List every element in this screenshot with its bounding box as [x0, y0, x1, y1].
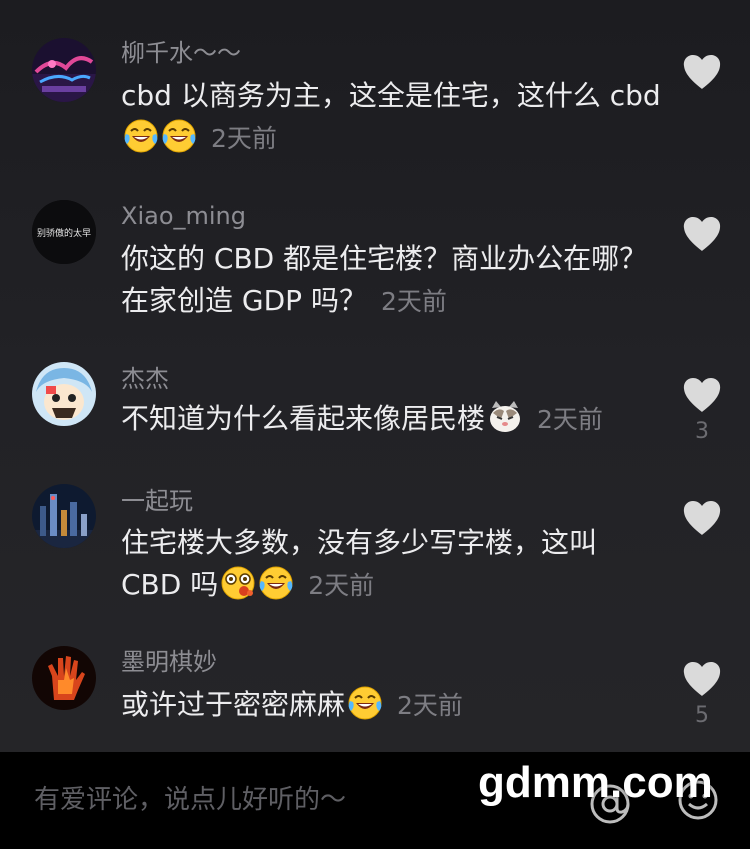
heart-icon: [682, 216, 722, 252]
comment-time: 2天前: [211, 124, 277, 153]
heart-icon: [682, 500, 722, 536]
comment-text: 或许过于密密麻麻 2天前: [121, 684, 661, 727]
comment-time: 2天前: [397, 691, 463, 720]
avatar[interactable]: [32, 646, 96, 710]
comment-time: 2天前: [537, 405, 603, 434]
avatar-text: 别骄傲的太早: [37, 227, 91, 239]
comment-body: 或许过于密密麻麻: [121, 688, 346, 721]
comment-username[interactable]: 杰杰: [121, 364, 169, 394]
dizzy-emoji-icon: [220, 565, 256, 601]
cat-emoji-icon: [487, 399, 523, 435]
comment-input[interactable]: 有爱评论，说点儿好听的～: [34, 780, 346, 820]
laughing-emoji-icon: [258, 565, 294, 601]
comment-list[interactable]: 柳千水～～ cbd 以商务为主，这全是住宅，这什么 cbd2天前 别骄傲的太早 …: [0, 0, 750, 752]
like-count: 5: [695, 703, 709, 728]
heart-icon: [682, 54, 722, 90]
comment-text: 你这的 CBD 都是住宅楼？商业办公在哪？在家创造 GDP 吗？ 2天前: [121, 238, 661, 323]
comment-text: 不知道为什么看起来像居民楼 2天前: [121, 398, 661, 441]
like-count: 3: [695, 419, 709, 444]
laughing-emoji-icon: [123, 118, 159, 154]
comment-username[interactable]: 柳千水～～: [121, 38, 241, 68]
comment-username[interactable]: 墨明棋妙: [121, 647, 217, 677]
comment-username[interactable]: Xiao_ming: [121, 201, 246, 231]
heart-icon: [682, 377, 722, 413]
laughing-emoji-icon: [161, 118, 197, 154]
comment-username[interactable]: 一起玩: [121, 486, 193, 516]
comment-text: 住宅楼大多数，没有多少写字楼，这叫 CBD 吗 2天前: [121, 522, 661, 607]
avatar[interactable]: [32, 484, 96, 548]
comment-body: 不知道为什么看起来像居民楼: [121, 402, 486, 435]
like-button[interactable]: [682, 500, 722, 536]
like-button[interactable]: 5: [682, 661, 722, 729]
comment-time: 2天前: [380, 287, 447, 316]
like-button[interactable]: [682, 54, 722, 90]
watermark: gdmm.com: [478, 758, 713, 807]
comment-body: cbd 以商务为主，这全是住宅，这什么 cbd: [121, 79, 661, 112]
comment-text: cbd 以商务为主，这全是住宅，这什么 cbd 2天前: [121, 75, 661, 160]
like-button[interactable]: 3: [682, 377, 722, 445]
comment-time: 2天前: [308, 571, 375, 600]
heart-icon: [682, 661, 722, 697]
avatar[interactable]: [32, 362, 96, 426]
like-button[interactable]: [682, 216, 722, 252]
laughing-emoji-icon: [347, 685, 383, 721]
avatar[interactable]: 别骄傲的太早: [32, 200, 96, 264]
avatar[interactable]: [32, 38, 96, 102]
